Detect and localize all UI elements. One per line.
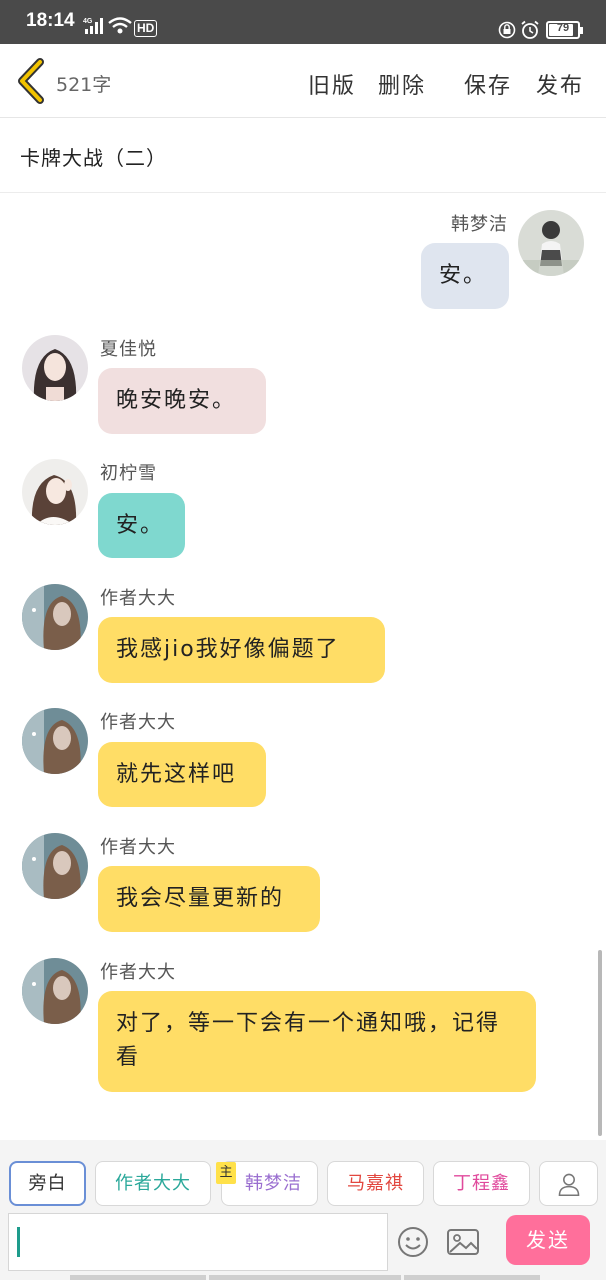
scrollbar[interactable] bbox=[598, 950, 602, 1136]
svg-text:4G: 4G bbox=[83, 18, 93, 25]
message-bubble[interactable]: 我感jio我好像偏题了 bbox=[98, 617, 385, 683]
word-count: 521字 bbox=[56, 74, 112, 96]
role-button-author[interactable]: 作者大大 bbox=[95, 1161, 211, 1206]
message-bubble[interactable]: 对了，等一下会有一个通知哦，记得看 bbox=[98, 991, 536, 1092]
role-button-ding-chengxin[interactable]: 丁程鑫 bbox=[433, 1161, 530, 1206]
speaker-name: 作者大大 bbox=[100, 712, 176, 733]
chapter-title[interactable]: 卡牌大战（二） bbox=[20, 142, 167, 171]
speaker-name: 作者大大 bbox=[100, 837, 176, 858]
avatar[interactable] bbox=[22, 584, 88, 650]
role-button-narration[interactable]: 旁白 bbox=[9, 1161, 86, 1206]
avatar[interactable] bbox=[22, 958, 88, 1024]
avatar[interactable] bbox=[22, 335, 88, 401]
back-button[interactable] bbox=[14, 58, 50, 104]
speaker-name: 作者大大 bbox=[100, 962, 176, 983]
avatar[interactable] bbox=[518, 210, 584, 276]
nav-indicator bbox=[404, 1275, 540, 1280]
emoji-icon[interactable] bbox=[396, 1225, 430, 1259]
avatar[interactable] bbox=[22, 708, 88, 774]
add-role-button[interactable] bbox=[539, 1161, 598, 1206]
speaker-name: 韩梦洁 bbox=[451, 214, 508, 235]
person-icon bbox=[558, 1173, 579, 1197]
text-caret bbox=[17, 1227, 20, 1257]
main-role-tag: 主 bbox=[216, 1162, 236, 1184]
message-bubble[interactable]: 晚安晚安。 bbox=[98, 368, 266, 434]
nav-indicator bbox=[70, 1275, 206, 1280]
editor-top-bar: 521字 旧版 删除 保存 发布 bbox=[0, 44, 606, 118]
image-icon[interactable] bbox=[446, 1225, 480, 1259]
alarm-icon bbox=[521, 20, 539, 39]
battery-icon: 79 bbox=[546, 21, 583, 39]
message-input[interactable] bbox=[8, 1213, 388, 1271]
message-bubble[interactable]: 我会尽量更新的 bbox=[98, 866, 320, 932]
avatar[interactable] bbox=[22, 459, 88, 525]
speaker-name: 作者大大 bbox=[100, 588, 176, 609]
publish-button[interactable]: 发布 bbox=[536, 68, 584, 100]
message-bubble[interactable]: 就先这样吧 bbox=[98, 742, 266, 807]
save-button[interactable]: 保存 bbox=[464, 68, 512, 100]
send-button[interactable]: 发送 bbox=[506, 1215, 590, 1265]
signal-icon: 4G bbox=[83, 18, 103, 34]
speaker-name: 初柠雪 bbox=[100, 463, 157, 484]
avatar[interactable] bbox=[22, 833, 88, 899]
hd-icon: HD bbox=[134, 20, 158, 37]
speaker-name: 夏佳悦 bbox=[100, 339, 157, 360]
delete-button[interactable]: 删除 bbox=[378, 68, 426, 100]
role-button-ma-jiaqi[interactable]: 马嘉祺 bbox=[327, 1161, 424, 1206]
wifi-icon bbox=[108, 17, 132, 34]
chapter-title-bar[interactable]: 卡牌大战（二） bbox=[0, 118, 606, 193]
status-bar: 18:14 4G HD 79 bbox=[0, 0, 606, 44]
message-bubble[interactable]: 安。 bbox=[421, 243, 509, 309]
message-bubble[interactable]: 安。 bbox=[98, 493, 185, 558]
old-version-button[interactable]: 旧版 bbox=[308, 68, 356, 100]
lock-rotation-icon bbox=[498, 21, 516, 39]
status-time: 18:14 bbox=[26, 10, 75, 31]
nav-indicator bbox=[209, 1275, 401, 1280]
